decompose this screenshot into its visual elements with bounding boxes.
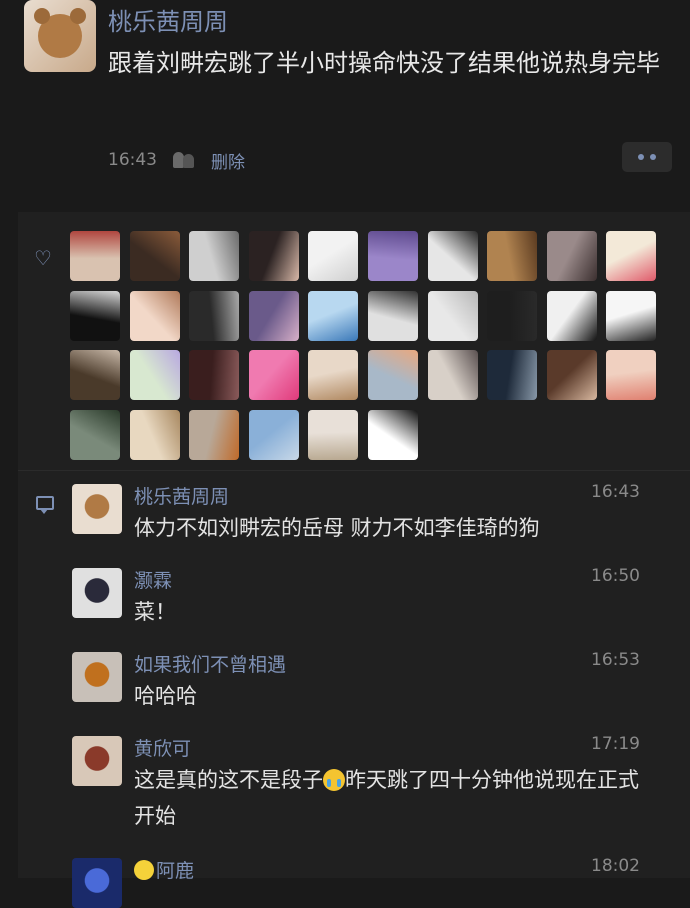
- liker-avatar[interactable]: [606, 350, 657, 401]
- liker-avatar[interactable]: [546, 231, 597, 281]
- liker-avatar[interactable]: [189, 231, 240, 281]
- liker-avatar[interactable]: [248, 409, 299, 460]
- moment-post: 桃乐茜周周 跟着刘畊宏跳了半小时操命快没了结果他说热身完毕 16:43 删除: [0, 0, 690, 210]
- post-time: 16:43: [108, 150, 157, 170]
- author-avatar[interactable]: [24, 0, 96, 72]
- heart-icon: ♡: [34, 246, 52, 270]
- liker-avatar[interactable]: [427, 350, 478, 401]
- liker-avatar[interactable]: [129, 231, 180, 281]
- comment-text[interactable]: 哈哈哈: [134, 678, 644, 714]
- liker-avatar[interactable]: [367, 231, 418, 281]
- more-dot-icon: [650, 154, 656, 160]
- liker-avatar[interactable]: [427, 231, 478, 281]
- liker-avatar[interactable]: [487, 290, 538, 341]
- comment-time: 16:50: [591, 566, 640, 586]
- liker-avatar[interactable]: [606, 290, 657, 341]
- liker-avatar[interactable]: [308, 409, 359, 460]
- commenter-avatar[interactable]: [72, 858, 122, 908]
- liker-avatar[interactable]: [367, 350, 418, 401]
- liker-avatar[interactable]: [367, 409, 418, 460]
- liker-avatar[interactable]: [248, 290, 299, 341]
- commenter-name[interactable]: 灏霖: [134, 566, 172, 593]
- commenter-name[interactable]: 黄欣可: [134, 734, 191, 761]
- liker-avatar[interactable]: [427, 290, 478, 341]
- liker-avatar[interactable]: [308, 350, 359, 401]
- commenter-avatar[interactable]: [72, 484, 122, 534]
- commenter-avatar[interactable]: [72, 568, 122, 618]
- commenter-name[interactable]: 阿鹿: [134, 856, 194, 883]
- liker-avatar[interactable]: [308, 290, 359, 341]
- post-meta: 16:43 删除: [108, 148, 245, 173]
- likes-avatar-grid: [70, 231, 670, 460]
- liker-avatar[interactable]: [487, 350, 538, 401]
- liker-avatar[interactable]: [546, 350, 597, 401]
- comment-icon: [36, 496, 54, 514]
- liker-avatar[interactable]: [308, 231, 359, 281]
- liker-avatar[interactable]: [248, 231, 299, 281]
- comment-text[interactable]: 这是真的这不是段子 昨天跳了四十分钟他说现在正式开始: [134, 762, 644, 834]
- crying-emoji-icon: [323, 769, 345, 791]
- commenter-avatar[interactable]: [72, 736, 122, 786]
- likes-divider: [18, 470, 690, 471]
- delete-link[interactable]: 删除: [211, 148, 245, 173]
- comment-time: 18:02: [591, 856, 640, 876]
- post-text: 跟着刘畊宏跳了半小时操命快没了结果他说热身完毕: [108, 49, 660, 77]
- liker-avatar[interactable]: [487, 231, 538, 281]
- liker-avatar[interactable]: [129, 350, 180, 401]
- liker-avatar[interactable]: [70, 231, 120, 281]
- more-actions-button[interactable]: [622, 142, 672, 172]
- liker-avatar[interactable]: [129, 409, 180, 460]
- chick-emoji-icon: [134, 860, 154, 880]
- comment-text[interactable]: 体力不如刘畊宏的岳母 财力不如李佳琦的狗: [134, 510, 644, 546]
- commenter-avatar[interactable]: [72, 652, 122, 702]
- liker-avatar[interactable]: [70, 350, 120, 401]
- liker-avatar[interactable]: [70, 409, 120, 460]
- liker-avatar[interactable]: [189, 409, 240, 460]
- liker-avatar[interactable]: [129, 290, 180, 341]
- comment-text-part: 这是真的这不是段子: [134, 768, 323, 792]
- liker-avatar[interactable]: [189, 290, 240, 341]
- liker-avatar[interactable]: [606, 231, 657, 281]
- more-dot-icon: [638, 154, 644, 160]
- comment-time: 16:53: [591, 650, 640, 670]
- liker-avatar[interactable]: [546, 290, 597, 341]
- visibility-group-icon[interactable]: [173, 152, 195, 168]
- liker-avatar[interactable]: [367, 290, 418, 341]
- comment-text[interactable]: 菜！: [134, 594, 644, 630]
- liker-avatar[interactable]: [70, 290, 120, 341]
- comment-time: 17:19: [591, 734, 640, 754]
- liker-avatar[interactable]: [189, 350, 240, 401]
- comment-time: 16:43: [591, 482, 640, 502]
- commenter-name-text: 阿鹿: [156, 860, 195, 882]
- commenter-name[interactable]: 桃乐茜周周: [134, 482, 229, 509]
- author-name[interactable]: 桃乐茜周周: [108, 2, 228, 37]
- commenter-name[interactable]: 如果我们不曾相遇: [134, 650, 286, 677]
- liker-avatar[interactable]: [248, 350, 299, 401]
